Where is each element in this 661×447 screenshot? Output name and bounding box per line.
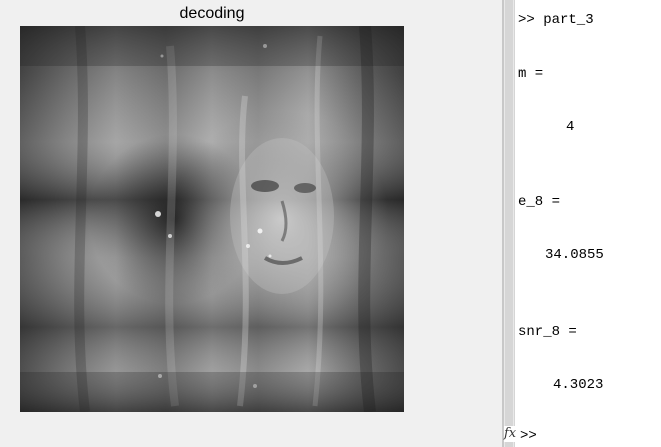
- command-prompt[interactable]: >>: [520, 427, 537, 445]
- command-line: >> part_3: [518, 12, 594, 28]
- scrollbar-thumb[interactable]: [505, 0, 513, 447]
- decoded-image[interactable]: [20, 26, 404, 412]
- decoded-image-graphic: [20, 26, 404, 412]
- output-e8-value: 34.0855: [545, 247, 604, 263]
- figure-window: decoding: [0, 0, 502, 447]
- command-window[interactable]: >> part_3 m = 4 e_8 = 34.0855 snr_8 = 4.…: [515, 0, 661, 447]
- output-snr8-label: snr_8 =: [518, 324, 577, 340]
- output-e8-label: e_8 =: [518, 194, 561, 210]
- output-m-label: m =: [518, 66, 544, 82]
- figure-title: decoding: [179, 5, 245, 22]
- fx-icon[interactable]: fx: [504, 426, 518, 442]
- command-window-scrollbar[interactable]: [504, 0, 515, 447]
- output-snr8-value: 4.3023: [553, 377, 604, 393]
- output-m-value: 4: [566, 119, 575, 135]
